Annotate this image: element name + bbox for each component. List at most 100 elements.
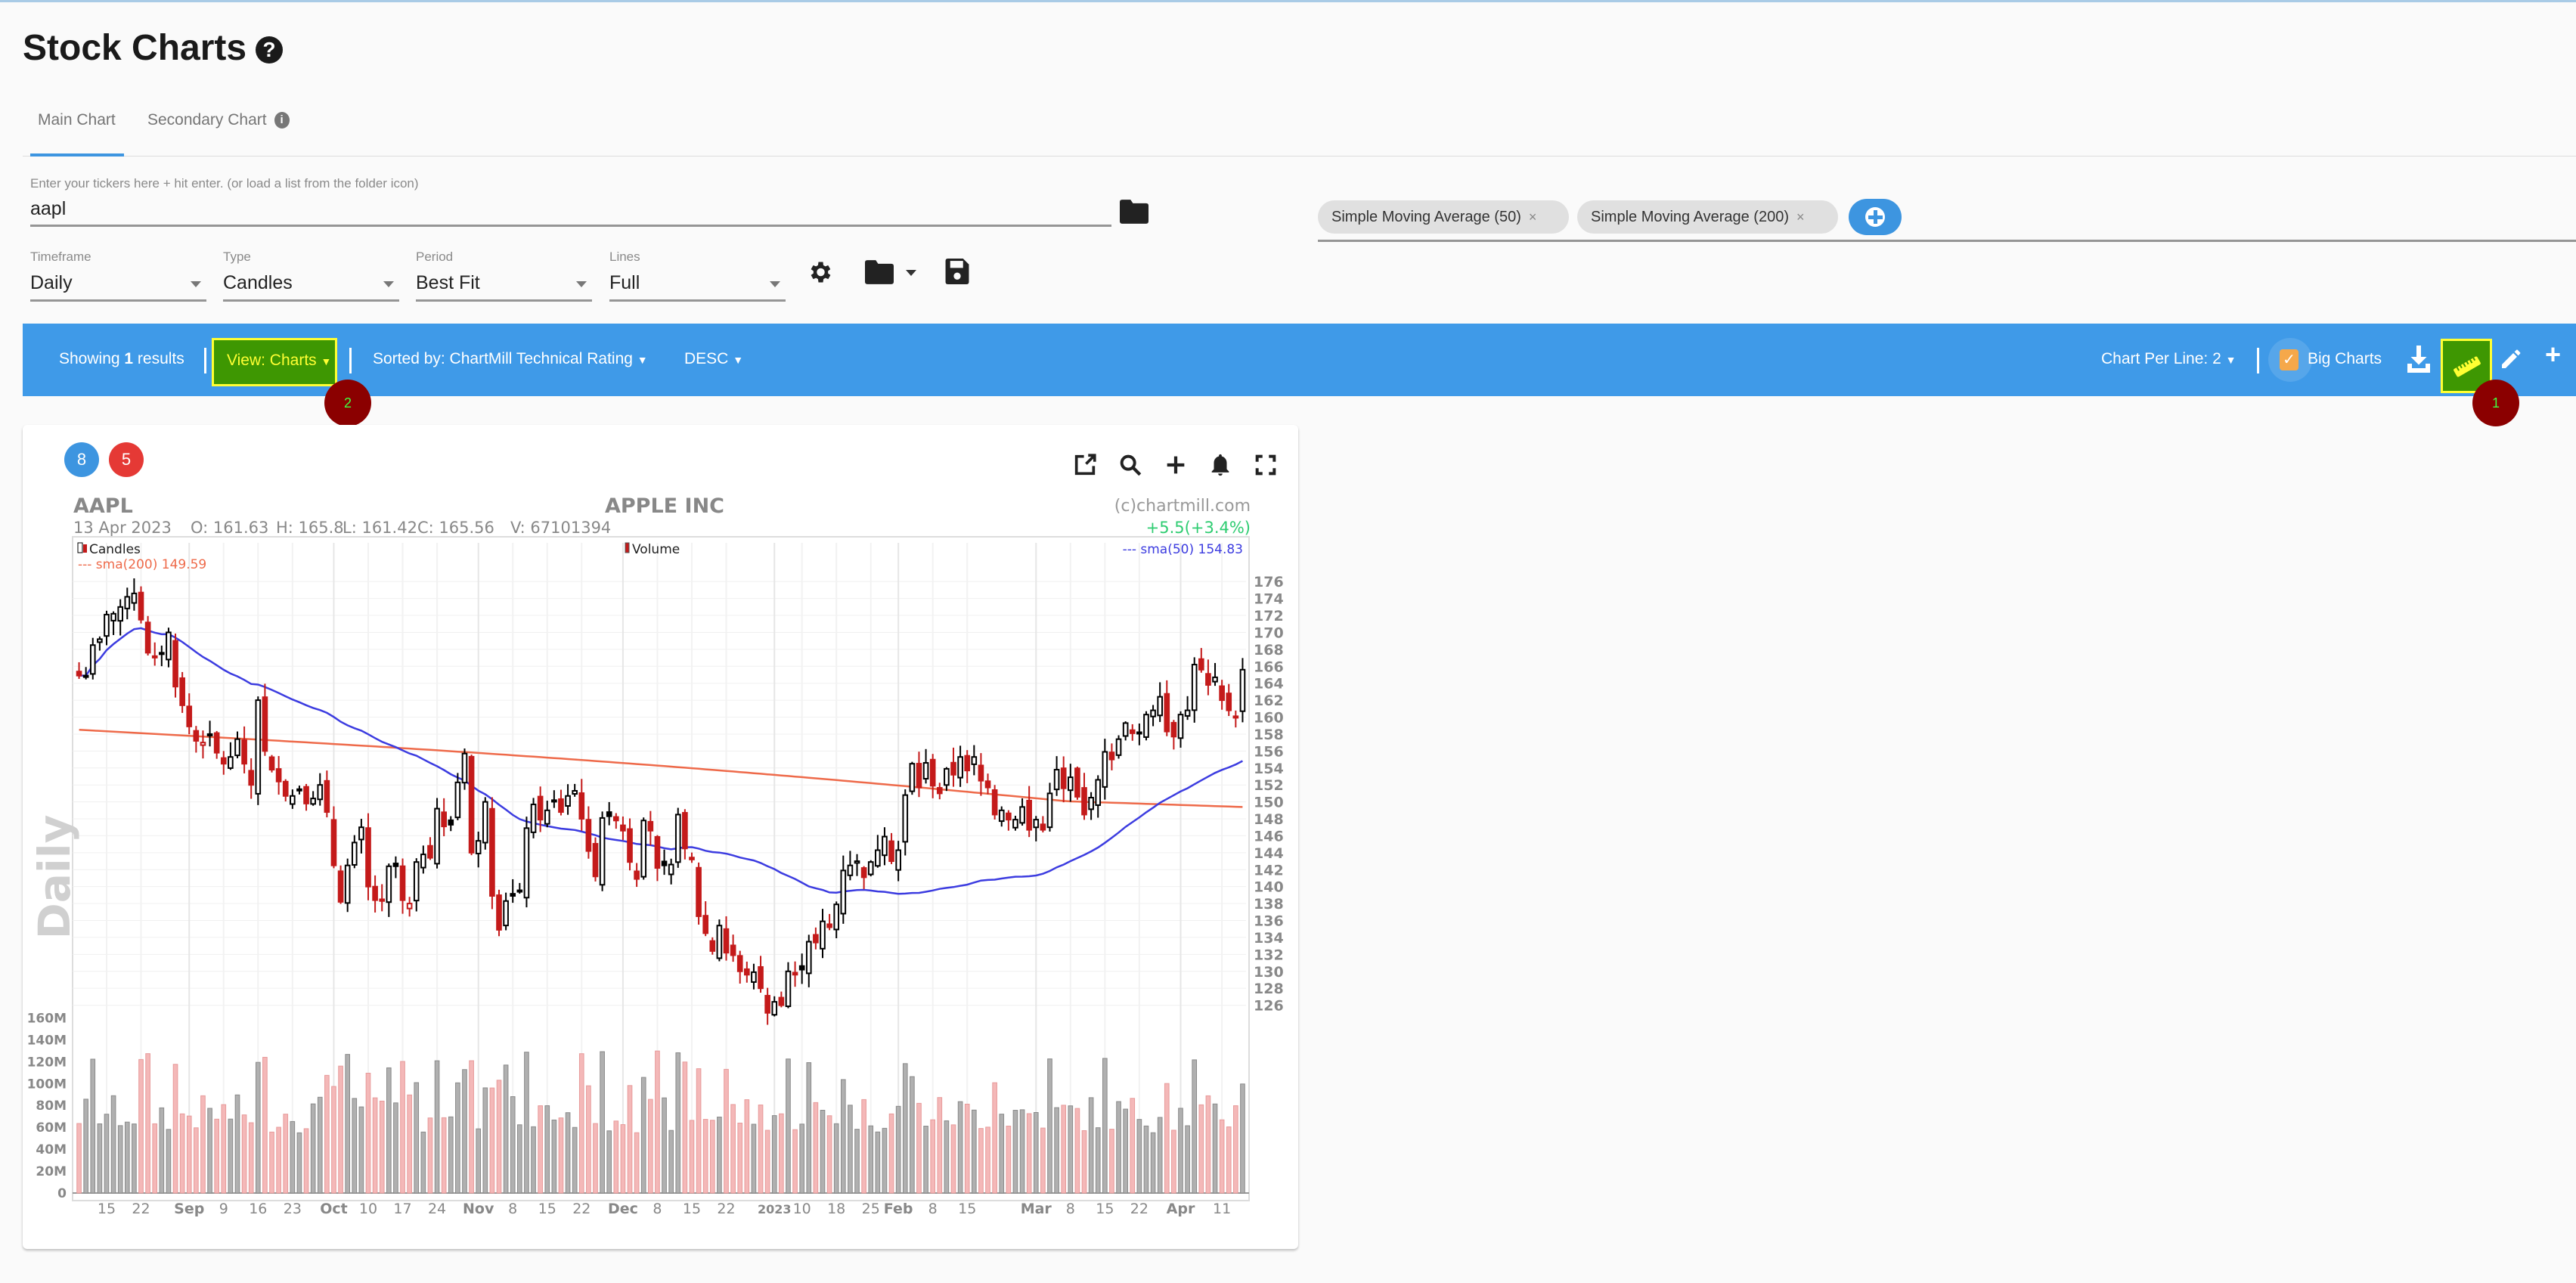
volume-tick-label: 160M (27, 1011, 67, 1026)
candle-body (241, 739, 247, 765)
candle-body (702, 915, 709, 934)
download-icon[interactable] (2407, 346, 2430, 373)
volume-tick-label: 20M (36, 1164, 67, 1179)
close-icon[interactable]: × (1529, 209, 1537, 225)
info-icon[interactable]: i (274, 112, 290, 129)
candle-body (206, 733, 213, 736)
pencil-icon[interactable] (2499, 346, 2523, 372)
candle-body (689, 857, 695, 860)
candle-body (544, 809, 550, 825)
chevron-down-icon[interactable] (906, 270, 916, 276)
date-tick-label: 15 (683, 1201, 701, 1217)
volume-bar (1012, 1110, 1018, 1194)
save-icon[interactable] (945, 259, 969, 284)
volume-tick-label: 100M (27, 1077, 67, 1092)
folder-icon[interactable] (1120, 200, 1149, 224)
volume-bar (848, 1105, 853, 1194)
indicator-chip[interactable]: Simple Moving Average (50) × (1318, 200, 1569, 234)
bell-icon[interactable] (1207, 452, 1233, 478)
candle-body (647, 820, 654, 832)
select-underline (30, 299, 206, 302)
candle-body (558, 798, 564, 813)
fullscreen-icon[interactable] (1253, 452, 1279, 478)
period-select[interactable]: Period Best Fit (416, 249, 592, 302)
candle-body (454, 781, 461, 819)
candle-body (867, 861, 874, 875)
candle-body (475, 840, 482, 854)
indicator-chip[interactable]: Simple Moving Average (200) × (1577, 200, 1838, 234)
volume-bar (372, 1097, 378, 1194)
candle-body (330, 819, 337, 866)
candle-body (1164, 693, 1170, 733)
open-external-icon[interactable] (1072, 452, 1098, 478)
volume-bar (861, 1099, 866, 1194)
volume-bar (627, 1085, 633, 1194)
gear-icon[interactable] (806, 259, 833, 286)
type-select[interactable]: Type Candles (223, 249, 399, 302)
volume-tick-label: 60M (36, 1120, 67, 1136)
question-circle-icon[interactable]: ? (256, 36, 284, 64)
big-charts-checkbox[interactable]: ✓ (2280, 349, 2299, 370)
candle-body (441, 811, 447, 828)
chevron-down-icon: ▼ (637, 354, 648, 366)
candle-body (1115, 738, 1122, 756)
candle-body (200, 742, 206, 746)
volume-bar (455, 1082, 460, 1194)
candle-body (151, 655, 158, 659)
legend-volume: Volume (632, 542, 680, 557)
view-dropdown[interactable]: View: Charts ▼ (212, 338, 337, 386)
date-tick-label: 23 (284, 1201, 302, 1217)
tab-main-chart[interactable]: Main Chart (38, 111, 116, 129)
volume-bar (606, 1130, 612, 1194)
candle-body (984, 780, 991, 789)
add-indicator-button[interactable] (1849, 199, 1902, 235)
chart-per-line-dropdown[interactable]: Chart Per Line: 2 ▼ (2101, 350, 2236, 368)
volume-bar (813, 1102, 819, 1194)
period-value: Best Fit (416, 272, 480, 293)
rating-badge-blue[interactable]: 8 (64, 442, 99, 477)
candle-body (882, 835, 888, 857)
plus-icon[interactable] (1163, 452, 1189, 478)
price-tick-label: 160 (1254, 710, 1284, 727)
tab-secondary-chart[interactable]: Secondary Chart i (147, 111, 290, 129)
candle-body (166, 631, 172, 661)
volume-bar (379, 1100, 385, 1194)
close-icon[interactable]: × (1796, 209, 1805, 225)
volume-bar (634, 1132, 640, 1194)
candle-body (971, 756, 978, 765)
folder-open-icon[interactable] (865, 260, 894, 284)
quote-volume: V: 67101394 (510, 519, 611, 537)
candle-body (668, 863, 674, 875)
plus-icon[interactable]: + (2545, 339, 2561, 370)
volume-bar (1136, 1119, 1142, 1194)
sort-dropdown[interactable]: Sorted by: ChartMill Technical Rating ▼ (373, 350, 648, 368)
timeframe-select[interactable]: Timeframe Daily (30, 249, 206, 302)
volume-bar (221, 1104, 227, 1194)
candle-body (82, 674, 89, 678)
lines-select[interactable]: Lines Full (609, 249, 786, 302)
date-tick-label: 2023 (758, 1202, 792, 1216)
stock-chart[interactable]: AAPL APPLE INC (c)chartmill.com 13 Apr 2… (23, 484, 1298, 1225)
price-tick-label: 140 (1254, 879, 1284, 896)
legend-volume-swatch (625, 542, 630, 553)
candle-body (248, 770, 255, 786)
candle-body (936, 787, 943, 795)
volume-bar (779, 1113, 784, 1194)
active-tab-indicator (30, 153, 124, 157)
candle-body (516, 889, 523, 893)
ticker-input[interactable]: aapl (30, 198, 66, 220)
volume-bar (1109, 1129, 1114, 1194)
quote-close: C: 165.56 (417, 519, 494, 537)
price-tick-label: 142 (1254, 862, 1284, 879)
search-icon[interactable] (1118, 452, 1143, 478)
quote-open: O: 161.63 (191, 519, 268, 537)
volume-bar (234, 1094, 240, 1194)
results-count: Showing 1 results (59, 350, 184, 367)
date-tick-label: 25 (862, 1201, 880, 1217)
rating-badge-red[interactable]: 5 (109, 442, 144, 477)
candle-body (840, 869, 847, 915)
volume-bar (489, 1087, 495, 1194)
candle-body (909, 763, 916, 792)
order-dropdown[interactable]: DESC ▼ (684, 350, 743, 368)
volume-bar (572, 1126, 578, 1194)
